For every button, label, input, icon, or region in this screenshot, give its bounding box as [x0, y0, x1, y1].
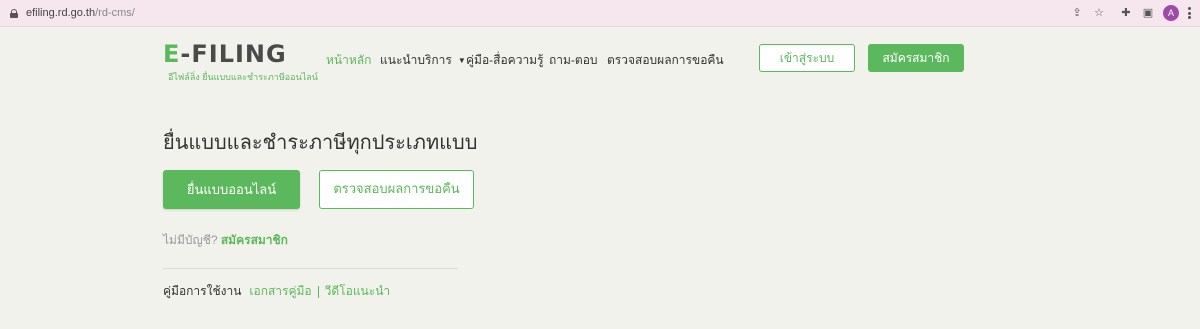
url-field[interactable]: efiling.rd.go.th/rd-cms/	[26, 7, 135, 19]
extensions-puzzle-icon[interactable]: ✚	[1119, 6, 1133, 20]
logo-filing: -FILING	[180, 40, 287, 68]
divider	[163, 268, 458, 269]
manual-links: คู่มือการใช้งาน เอกสารคู่มือ วีดีโอแนะนำ	[163, 282, 390, 301]
page-headline: ยื่นแบบและชำระภาษีทุกประเภทแบบ	[163, 132, 478, 154]
register-button[interactable]: สมัครสมาชิก	[868, 44, 964, 72]
url-path: /rd-cms/	[95, 7, 135, 19]
lock-icon[interactable]	[10, 9, 18, 18]
profile-avatar[interactable]: A	[1163, 5, 1179, 21]
no-account-prompt: ไม่มีบัญชี? สมัครสมาชิก	[163, 231, 288, 250]
share-icon[interactable]: ⇪	[1070, 6, 1084, 20]
efiling-logo[interactable]: E-FILING อีไฟล์ลิ่ง ยื่นแบบและชำระภาษีออ…	[163, 42, 318, 86]
logo-wordmark: E-FILING	[163, 42, 287, 66]
nav-manuals[interactable]: คู่มือ-สื่อความรู้	[466, 51, 544, 70]
nav-services[interactable]: แนะนำบริการ ▼	[380, 51, 466, 70]
url-domain: efiling.rd.go.th	[26, 7, 96, 19]
no-account-text: ไม่มีบัญชี?	[163, 233, 218, 247]
manual-document-link[interactable]: เอกสารคู่มือ	[249, 284, 311, 298]
bookmark-star-icon[interactable]: ☆	[1092, 6, 1106, 20]
manual-label: คู่มือการใช้งาน	[163, 284, 242, 298]
file-online-button[interactable]: ยื่นแบบออนไลน์	[163, 170, 300, 209]
nav-services-label: แนะนำบริการ	[380, 53, 452, 67]
nav-home[interactable]: หน้าหลัก	[326, 51, 371, 70]
link-separator	[317, 285, 319, 298]
logo-tagline: อีไฟล์ลิ่ง ยื่นแบบและชำระภาษีออนไลน์	[168, 72, 318, 82]
check-refund-button[interactable]: ตรวจสอบผลการขอคืน	[319, 170, 474, 209]
side-panel-icon[interactable]: ▣	[1141, 6, 1155, 20]
nav-faq[interactable]: ถาม-ตอบ	[549, 51, 598, 70]
login-button[interactable]: เข้าสู่ระบบ	[759, 44, 855, 72]
browser-address-bar: efiling.rd.go.th/rd-cms/ ⇪ ☆ ✚ ▣ A	[0, 0, 1200, 27]
logo-e: E	[163, 40, 181, 68]
register-link[interactable]: สมัครสมาชิก	[221, 233, 288, 247]
chevron-down-icon: ▼	[457, 56, 466, 66]
browser-menu-icon[interactable]	[1188, 7, 1191, 19]
nav-refund-check[interactable]: ตรวจสอบผลการขอคืน	[607, 51, 724, 70]
manual-video-link[interactable]: วีดีโอแนะนำ	[325, 284, 391, 298]
